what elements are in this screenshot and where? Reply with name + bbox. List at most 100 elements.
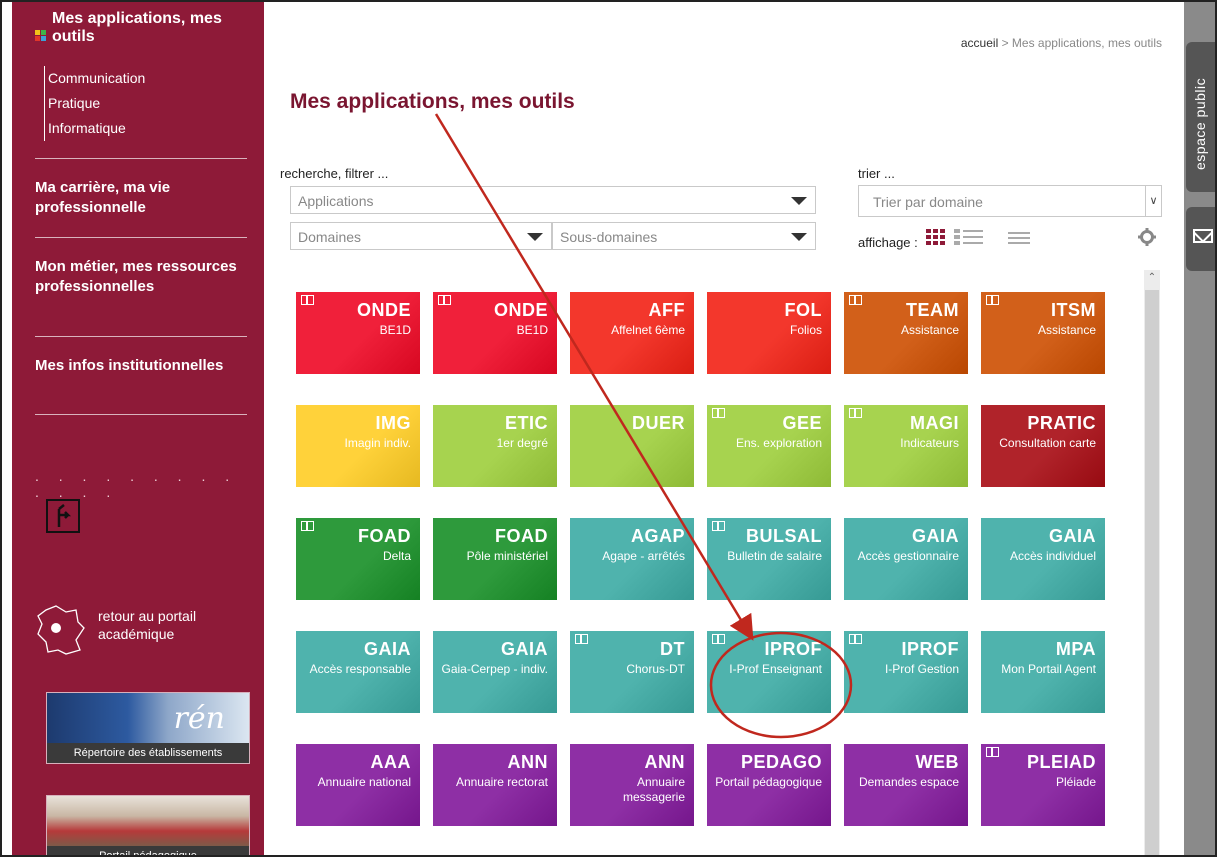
app-tile-subtitle: Agape - arrêtés [602,549,685,563]
france-map-icon [37,605,85,655]
app-tile-magi[interactable]: MAGI Indicateurs [844,405,968,487]
book-icon [849,634,862,644]
app-tile-subtitle: Annuaire rectorat [455,775,548,789]
app-tile-gaia[interactable]: GAIA Accès responsable [296,631,420,713]
app-tile-iprof[interactable]: IPROF I-Prof Enseignant [707,631,831,713]
sidebar-section-job[interactable]: Mon métier, mes ressources professionnel… [35,257,250,297]
book-icon [712,408,725,418]
book-icon [986,747,999,757]
app-tile-subtitle: Bulletin de salaire [727,549,822,563]
breadcrumb-home[interactable]: accueil [961,36,998,50]
app-tile-code: DT [660,639,685,659]
app-tile-subtitle: Folios [789,323,822,337]
main-content: accueil > Mes applications, mes outils M… [264,2,1184,855]
app-tile-pratic[interactable]: PRATIC Consultation carte [981,405,1105,487]
app-tile-onde[interactable]: ONDE BE1D [433,292,557,374]
sidebar-section-title[interactable]: Mes applications, mes outils [52,10,252,46]
divider [35,414,247,415]
app-tile-web[interactable]: WEB Demandes espace [844,744,968,826]
app-tile-gaia[interactable]: GAIA Gaia-Cerpep - indiv. [433,631,557,713]
app-tile-code: GAIA [912,526,959,546]
scroll-up-icon[interactable]: ⌃ [1144,272,1160,283]
sidebar-item-pratique[interactable]: Pratique [48,91,145,116]
app-tile-gaia[interactable]: GAIA Accès gestionnaire [844,518,968,600]
app-tile-pleiad[interactable]: PLEIAD Pléiade [981,744,1105,826]
app-tile-duer[interactable]: DUER [570,405,694,487]
app-tile-code: GAIA [364,639,411,659]
dotted-separator: . . . . . . . . . . . . . [35,468,238,500]
app-tile-subtitle: Accès individuel [1009,549,1096,563]
app-tile-code: IPROF [764,639,822,659]
list-view-icon[interactable] [954,229,984,250]
book-icon [575,634,588,644]
app-tile-code: FOAD [495,526,548,546]
app-tile-onde[interactable]: ONDE BE1D [296,292,420,374]
app-tile-mpa[interactable]: MPA Mon Portail Agent [981,631,1105,713]
sidebar: Mes applications, mes outils Communicati… [12,2,264,855]
app-tile-subtitle: Portail pédagogique [715,775,822,789]
domains-select[interactable]: Domaines [290,222,552,250]
mail-tab[interactable] [1186,207,1215,271]
sidebar-item-informatique[interactable]: Informatique [48,116,145,141]
screen: Mes applications, mes outils Communicati… [0,0,1217,857]
app-tile-gee[interactable]: GEE Ens. exploration [707,405,831,487]
app-tile-dt[interactable]: DT Chorus-DT [570,631,694,713]
scrollbar-thumb[interactable] [1145,290,1159,855]
app-tile-code: AAA [370,752,411,772]
app-tile-foad[interactable]: FOAD Pôle ministériel [433,518,557,600]
app-tile-iprof[interactable]: IPROF I-Prof Gestion [844,631,968,713]
app-tile-code: IPROF [901,639,959,659]
scrollbar[interactable]: ⌃ [1144,270,1160,855]
sidebar-item-communication[interactable]: Communication [48,66,145,91]
search-filter-label: recherche, filtrer ... [280,166,389,181]
sort-label: trier ... [858,166,895,181]
app-tile-foad[interactable]: FOAD Delta [296,518,420,600]
direction-sign-icon[interactable] [46,499,80,533]
public-space-tab[interactable]: espace public [1186,42,1215,192]
public-space-label: espace public [1192,77,1208,170]
app-tile-ann[interactable]: ANN Annuaire messagerie [570,744,694,826]
app-tile-gaia[interactable]: GAIA Accès individuel [981,518,1105,600]
directory-banner[interactable]: rén Répertoire des établissements [46,692,250,764]
app-tile-code: MPA [1055,639,1096,659]
app-tile-code: TEAM [906,300,959,320]
sidebar-section-infos[interactable]: Mes infos institutionnelles [35,356,250,376]
pedago-banner-image [47,796,249,846]
app-tile-fol[interactable]: FOL Folios [707,292,831,374]
app-tile-code: ONDE [493,300,548,320]
app-tile-ann[interactable]: ANN Annuaire rectorat [433,744,557,826]
app-tile-subtitle: Assistance [1037,323,1096,337]
app-tile-subtitle: Annuaire messagerie [622,775,685,804]
sidebar-section-career[interactable]: Ma carrière, ma vie professionnelle [35,178,250,218]
mail-icon [1193,229,1213,243]
app-tile-subtitle: BE1D [516,323,548,337]
breadcrumb-current: Mes applications, mes outils [1011,36,1162,50]
return-portal-link[interactable]: retour au portail académique [32,602,252,662]
app-tile-itsm[interactable]: ITSM Assistance [981,292,1105,374]
compact-list-icon[interactable] [1008,231,1030,249]
applications-select[interactable]: Applications [290,186,816,214]
app-tile-subtitle: Indicateurs [900,436,959,450]
grid-view-icon[interactable] [926,229,946,250]
app-tile-subtitle: Assistance [900,323,959,337]
app-tile-bulsal[interactable]: BULSAL Bulletin de salaire [707,518,831,600]
app-tile-pedago[interactable]: PEDAGO Portail pédagogique [707,744,831,826]
subdomains-select-text: Sous-domaines [560,229,658,245]
app-tile-subtitle: Accès gestionnaire [857,549,959,563]
chevron-down-icon [791,233,807,241]
colored-squares-icon [35,30,46,41]
pedago-banner[interactable]: Portail pédagogique [46,795,250,855]
app-tile-subtitle: Pôle ministériel [466,549,548,563]
app-tile-img[interactable]: IMG Imagin indiv. [296,405,420,487]
app-tile-agap[interactable]: AGAP Agape - arrêtés [570,518,694,600]
app-tile-aff[interactable]: AFF Affelnet 6ème [570,292,694,374]
app-tile-subtitle: 1er degré [496,436,548,450]
app-tile-aaa[interactable]: AAA Annuaire national [296,744,420,826]
app-tile-etic[interactable]: ETIC 1er degré [433,405,557,487]
subdomains-select[interactable]: Sous-domaines [552,222,816,250]
app-tile-subtitle: Imagin indiv. [344,436,411,450]
sort-select[interactable]: Trier par domaine ∨ [858,185,1162,217]
app-tile-code: PEDAGO [740,752,822,772]
gear-icon[interactable] [1138,228,1156,246]
app-tile-team[interactable]: TEAM Assistance [844,292,968,374]
